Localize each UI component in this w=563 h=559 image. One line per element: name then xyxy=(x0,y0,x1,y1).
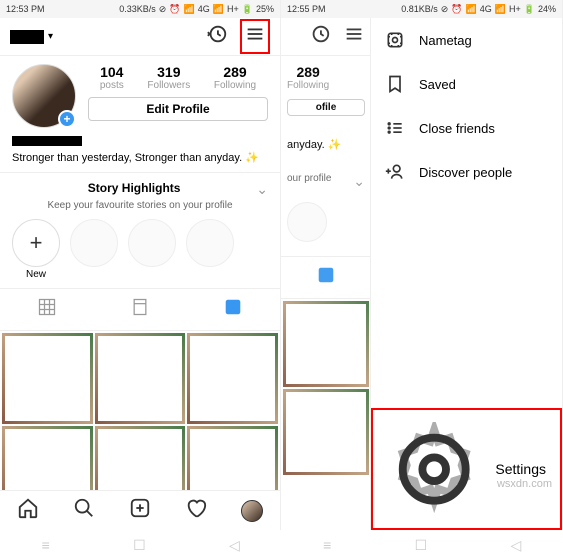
android-back-icon[interactable]: ◁ xyxy=(511,537,522,554)
nav-profile-icon[interactable] xyxy=(241,500,263,522)
activity-history-icon[interactable] xyxy=(206,23,228,50)
status-right: 0.81KB/s ⊘ ⏰ 📶 4G 📶 H+ 🔋 24% xyxy=(401,4,556,15)
profile-header: ▾ xyxy=(0,18,280,56)
tab-feed[interactable] xyxy=(93,289,186,330)
profile-avatar[interactable]: + xyxy=(12,64,76,128)
stat-following[interactable]: 289Following xyxy=(214,64,256,91)
android-home-icon[interactable]: ☐ xyxy=(415,537,428,554)
watermark: wsxdn.com xyxy=(497,478,552,490)
tab-tagged[interactable] xyxy=(187,289,280,330)
drawer-saved[interactable]: Saved xyxy=(371,62,562,106)
drawer-discover-people[interactable]: Discover people xyxy=(371,150,562,194)
status-right: 0.33KB/s ⊘ ⏰ 📶 4G 📶 H+ 🔋 25% xyxy=(119,4,274,15)
status-bar: 12:53 PM 0.33KB/s ⊘ ⏰ 📶 4G 📶 H+ 🔋 25% xyxy=(0,0,280,18)
nav-add-icon[interactable] xyxy=(129,497,151,524)
background-profile-peek: 289Following ofile anyday. ✨ our profile… xyxy=(281,18,371,490)
highlight-placeholder xyxy=(70,219,118,267)
android-nav-bar: ≡ ☐ ◁ ≡ ☐ ◁ xyxy=(0,531,563,559)
username-dropdown[interactable]: ▾ xyxy=(10,30,53,44)
tab-tagged xyxy=(281,257,371,298)
phone-drawer-screen: 12:55 PM 0.81KB/s ⊘ ⏰ 📶 4G 📶 H+ 🔋 24% xyxy=(281,0,563,530)
drawer-close-friends[interactable]: Close friends xyxy=(371,106,562,150)
edit-profile-button[interactable]: Edit Profile xyxy=(88,97,268,121)
nav-search-icon[interactable] xyxy=(73,497,95,524)
profile-bio: Stronger than yesterday, Stronger than a… xyxy=(0,136,280,172)
username-redacted xyxy=(10,30,44,44)
status-time: 12:53 PM xyxy=(6,4,45,14)
edit-profile-partial: ofile xyxy=(287,99,365,116)
hamburger-menu-icon[interactable] xyxy=(240,19,270,54)
highlight-placeholder xyxy=(128,219,176,267)
phone-profile-screen: 12:53 PM 0.33KB/s ⊘ ⏰ 📶 4G 📶 H+ 🔋 25% ▾ xyxy=(0,0,281,530)
post-thumbnail[interactable] xyxy=(95,333,186,424)
highlight-placeholder xyxy=(186,219,234,267)
status-bar: 12:55 PM 0.81KB/s ⊘ ⏰ 📶 4G 📶 H+ 🔋 24% xyxy=(281,0,562,18)
stat-followers[interactable]: 319Followers xyxy=(147,64,190,91)
post-thumbnail[interactable] xyxy=(187,333,278,424)
chevron-down-icon: ▾ xyxy=(48,31,53,42)
android-back-icon[interactable]: ◁ xyxy=(229,537,240,554)
tab-grid[interactable] xyxy=(0,289,93,330)
chevron-down-icon[interactable]: ⌄ xyxy=(256,181,268,198)
activity-history-icon xyxy=(309,23,331,50)
drawer-nametag[interactable]: Nametag xyxy=(371,18,562,62)
bottom-nav xyxy=(0,490,280,530)
android-home-icon[interactable]: ☐ xyxy=(133,537,146,554)
drawer-settings[interactable]: Settings xyxy=(371,408,562,530)
post-thumbnail[interactable] xyxy=(2,333,93,424)
highlights-title: Story Highlights xyxy=(12,181,256,198)
highlights-subtitle: Keep your favourite stories on your prof… xyxy=(0,200,280,219)
android-recent-icon[interactable]: ≡ xyxy=(42,537,50,553)
side-drawer: Nametag Saved Close friends Discover peo… xyxy=(370,18,562,530)
add-story-badge[interactable]: + xyxy=(58,110,76,128)
android-recent-icon[interactable]: ≡ xyxy=(323,537,331,553)
new-highlight-button[interactable]: + xyxy=(12,219,60,267)
stat-posts[interactable]: 104posts xyxy=(100,64,124,91)
nav-home-icon[interactable] xyxy=(17,497,39,524)
hamburger-menu-icon xyxy=(343,23,365,50)
status-time: 12:55 PM xyxy=(287,4,326,14)
gear-icon xyxy=(387,422,481,516)
nav-activity-icon[interactable] xyxy=(185,497,207,524)
